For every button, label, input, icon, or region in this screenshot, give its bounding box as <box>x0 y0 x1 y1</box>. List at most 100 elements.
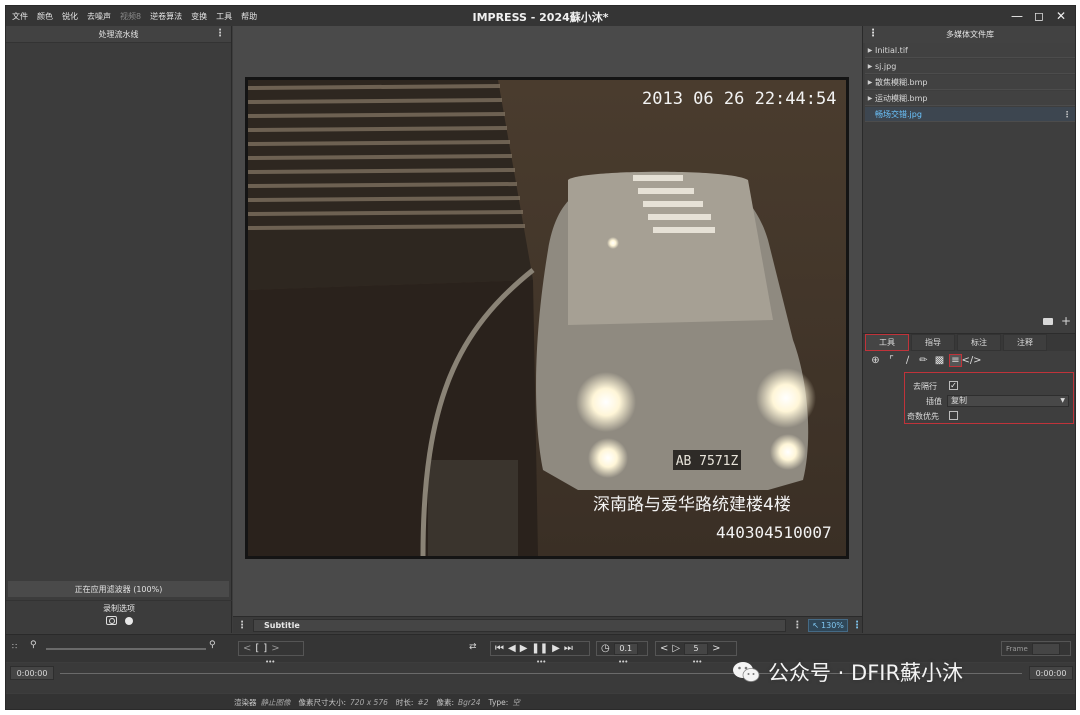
skip-end-icon[interactable]: ⏭ <box>564 643 573 654</box>
size-label: 像素尺寸大小: <box>298 698 347 707</box>
media-file-list: ▶ Initial.tif ▶ sj.jpg ▶ 散焦模糊.bmp ▶ 运动模糊… <box>863 43 1075 122</box>
wechat-icon <box>733 662 760 682</box>
add-icon[interactable]: + <box>1061 314 1071 328</box>
time-start[interactable]: 0:00:00 <box>10 666 54 680</box>
video-frame[interactable]: AB 7571Z 2013 06 26 22:44:54 深南路与爱华路统建楼4… <box>245 77 849 559</box>
zoom-icon[interactable]: ⊕ <box>869 354 882 367</box>
expand-icon[interactable]: ▶ <box>865 95 875 102</box>
close-icon[interactable]: ✕ <box>1051 8 1071 24</box>
skip-start-icon[interactable]: ⏮ <box>495 643 504 654</box>
menu-video[interactable]: 视频8 <box>120 11 141 22</box>
step-back-icon[interactable]: ◀ <box>508 643 516 654</box>
image-viewer[interactable]: AB 7571Z 2013 06 26 22:44:54 深南路与爱华路统建楼4… <box>233 26 862 616</box>
duration-value: #2 <box>417 698 429 707</box>
list-item-selected[interactable]: 畅场交错.jpg ⋮ <box>865 107 1075 122</box>
list-item[interactable]: ▶ 散焦模糊.bmp <box>865 75 1075 90</box>
highlight-box <box>904 372 1074 424</box>
histogram-icon[interactable]: ▩ <box>933 354 946 367</box>
menu-color[interactable]: 颜色 <box>37 11 53 22</box>
license-plate: AB 7571Z <box>676 454 739 469</box>
subtitle-bar: ⋮ Subtitle ⋮ ↖ 130% ⋮ <box>233 616 862 633</box>
tool-icons: ⊕ ⌜ ∕ ✏ ▩ ≡ </> <box>869 354 982 367</box>
list-item[interactable]: ▶ 运动模糊.bmp <box>865 91 1075 106</box>
menu-sharpen[interactable]: 锐化 <box>62 11 78 22</box>
step-forward-icon[interactable]: ▶ <box>552 643 560 654</box>
shuffle-icon[interactable]: ⇄ <box>469 642 477 652</box>
frame-input[interactable] <box>1031 642 1060 655</box>
menu-deconvolution[interactable]: 逆卷算法 <box>150 11 182 22</box>
menu-denoise[interactable]: 去噪声 <box>87 11 111 22</box>
pipeline-title: 处理流水线 <box>98 29 139 39</box>
deinterlace-icon[interactable]: ≡ <box>949 354 962 367</box>
step-input[interactable]: 5 <box>684 642 709 655</box>
expand-icon[interactable]: ▶ <box>865 47 875 54</box>
mark-in-icon[interactable]: [ <box>255 643 259 654</box>
pipeline-header: 处理流水线 ⋮ <box>6 26 231 43</box>
overlay-datetime: 2013 06 26 22:44:54 <box>642 89 836 109</box>
play-icon[interactable]: ▶ <box>520 643 528 654</box>
subtitle-track[interactable]: Subtitle <box>253 618 787 632</box>
prev-icon[interactable]: < <box>660 643 668 654</box>
pipeline-panel: 处理流水线 ⋮ 正在应用滤波器 (100%) 录制选项 <box>6 26 232 633</box>
frame-label: Frame <box>1006 644 1028 653</box>
list-item[interactable]: ▶ Initial.tif <box>865 43 1075 58</box>
code-icon[interactable]: </> <box>961 354 981 367</box>
next-mark-icon[interactable]: > <box>271 643 279 654</box>
tab-annotate[interactable]: 标注 <box>957 334 1001 351</box>
file-name: sj.jpg <box>875 61 897 71</box>
zoom-slider[interactable] <box>46 648 206 650</box>
cctv-image: AB 7571Z 2013 06 26 22:44:54 深南路与爱华路统建楼4… <box>248 80 846 556</box>
frame-step-icon[interactable]: ▷ <box>672 643 680 654</box>
media-library-panel: ⋮ 多媒体文件库 ▶ Initial.tif ▶ sj.jpg ▶ 散焦模糊.b… <box>862 26 1075 633</box>
record-icon[interactable] <box>124 616 133 625</box>
pause-icon[interactable]: ❚❚ <box>531 643 548 654</box>
tab-guide[interactable]: 指导 <box>911 334 955 351</box>
prev-mark-icon[interactable]: < <box>243 643 251 654</box>
menu-help[interactable]: 帮助 <box>241 11 257 22</box>
kebab-menu-icon[interactable]: ⋮ <box>792 620 802 631</box>
kebab-menu-icon[interactable]: ⋮ <box>215 28 225 39</box>
crop-icon[interactable]: ⌜ <box>885 354 898 367</box>
watermark-text: 公众号 · DFIR蘇小沐 <box>768 661 964 685</box>
zoom-in-icon[interactable]: ⚲ <box>209 640 216 650</box>
renderer-value: 静止图像 <box>260 698 291 707</box>
next-icon[interactable]: > <box>712 643 720 654</box>
transport-buttons: ⏮ ◀ ▶ ❚❚ ▶ ⏭ <box>490 641 590 656</box>
zoom-level[interactable]: ↖ 130% <box>808 618 848 632</box>
type-value: 空 <box>512 698 520 707</box>
record-options-header: 录制选项 <box>6 600 232 614</box>
pixel-label: 像素: <box>436 698 454 707</box>
zoom-value: 130% <box>821 620 844 630</box>
tab-notes[interactable]: 注释 <box>1003 334 1047 351</box>
list-item[interactable]: ▶ sj.jpg <box>865 59 1075 74</box>
range-buttons: < [ ] > <box>238 641 304 656</box>
folder-icon[interactable] <box>1042 317 1053 325</box>
expand-icon[interactable]: ▶ <box>865 63 875 70</box>
file-name: 散焦模糊.bmp <box>875 77 928 87</box>
kebab-menu-icon[interactable]: ⋮ <box>1063 110 1071 119</box>
maximize-icon[interactable]: ◻ <box>1029 8 1049 24</box>
file-name: 畅场交错.jpg <box>875 109 922 119</box>
eyedropper-icon[interactable]: ∕ <box>901 354 914 367</box>
mark-out-icon[interactable]: ] <box>263 643 267 654</box>
zoom-out-icon[interactable]: ⚲ <box>30 640 37 650</box>
menu-transform[interactable]: 变换 <box>191 11 207 22</box>
window-controls: — ◻ ✕ <box>1007 8 1071 24</box>
pixel-value: Bgr24 <box>458 698 481 707</box>
kebab-menu-icon[interactable]: ⋮ <box>868 28 878 39</box>
time-end[interactable]: 0:00:00 <box>1029 666 1073 680</box>
drag-handle-icon[interactable]: ∷ <box>12 642 17 651</box>
menu-tools[interactable]: 工具 <box>216 11 232 22</box>
renderer-label: 渲染器 <box>234 698 257 707</box>
expand-icon[interactable]: ▶ <box>865 79 875 86</box>
menu-file[interactable]: 文件 <box>12 11 28 22</box>
library-actions: + <box>1042 314 1071 328</box>
speed-input[interactable]: 0.1 <box>613 642 638 655</box>
minimize-icon[interactable]: — <box>1007 8 1027 24</box>
camera-icon[interactable] <box>105 616 117 625</box>
pencil-icon[interactable]: ✏ <box>917 354 930 367</box>
kebab-menu-icon[interactable]: ⋮ <box>852 620 862 631</box>
kebab-menu-icon[interactable]: ⋮ <box>237 620 247 631</box>
tab-tools[interactable]: 工具 <box>865 334 909 351</box>
watermark: 公众号 · DFIR蘇小沐 <box>732 657 963 687</box>
